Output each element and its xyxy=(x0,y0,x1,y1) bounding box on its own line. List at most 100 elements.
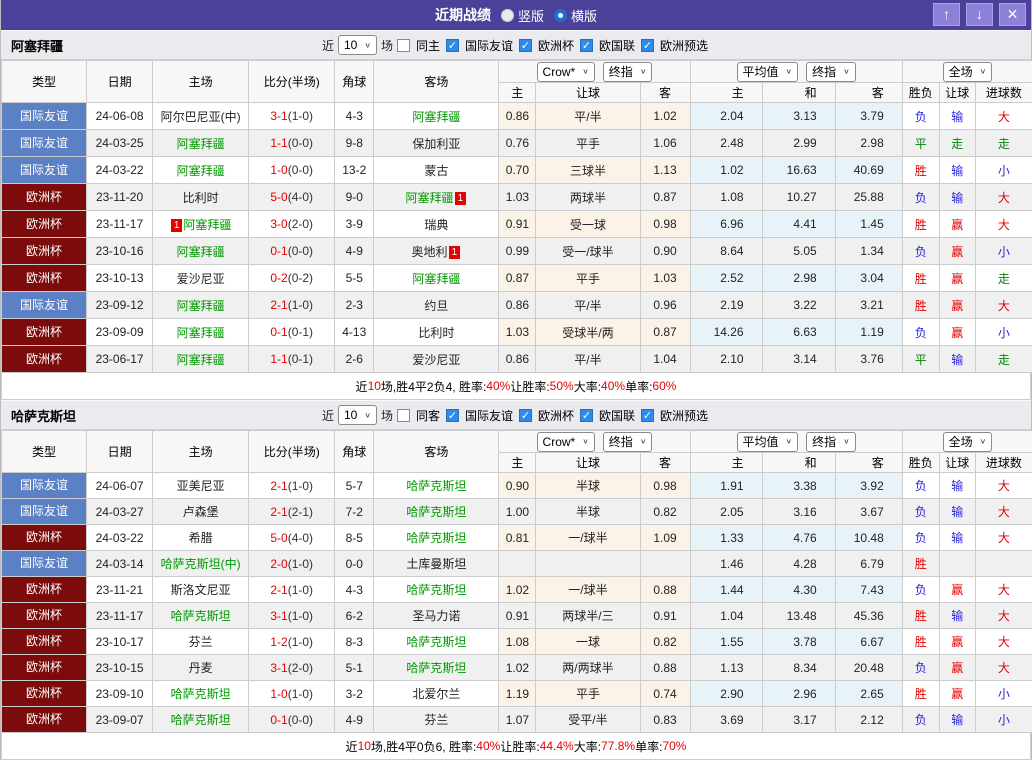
avg-draw: 2.99 xyxy=(762,130,835,157)
table-row: 国际友谊23-09-12阿塞拜疆2-1(1-0)2-3约旦0.86平/半0.96… xyxy=(2,292,1032,319)
odds-final-dropdown[interactable]: 终指∨ xyxy=(603,432,653,452)
match-count-select[interactable]: 10∨ xyxy=(338,35,377,55)
horizontal-layout-radio[interactable]: 横版 xyxy=(554,6,597,25)
odds-away: 0.96 xyxy=(640,292,690,319)
full-time-score: 1-0 xyxy=(270,163,287,177)
half-time-score: (1-0) xyxy=(288,298,313,312)
match-type-badge: 欧洲杯 xyxy=(2,238,86,264)
avg-home: 1.08 xyxy=(690,184,762,211)
full-time-score: 0-1 xyxy=(270,713,287,727)
avg-away: 1.34 xyxy=(835,238,902,265)
odds-group-header: Crow*∨ 终指∨ xyxy=(499,431,690,453)
odds-away: 0.98 xyxy=(640,473,690,499)
avg-draw: 13.48 xyxy=(762,603,835,629)
result-goals: 小 xyxy=(975,319,1032,346)
result-handicap: 输 xyxy=(939,603,975,629)
handicap-line: 受一/球半 xyxy=(536,238,640,265)
same-venue-checkbox[interactable] xyxy=(397,39,410,52)
competition-checkbox[interactable]: ✓ xyxy=(519,409,532,422)
result-outcome: 胜 xyxy=(902,157,939,184)
avg-home: 6.96 xyxy=(690,211,762,238)
handicap-line: 平/半 xyxy=(536,346,640,373)
close-button[interactable]: ✕ xyxy=(999,3,1026,26)
panel-title: 近期战绩 xyxy=(435,5,491,25)
vertical-layout-radio[interactable]: 竖版 xyxy=(501,6,544,25)
avg-home: 2.05 xyxy=(690,499,762,525)
odds-home: 1.03 xyxy=(499,184,536,211)
sub-header: 让球 xyxy=(536,453,640,473)
odds-away: 1.03 xyxy=(640,265,690,292)
competition-label: 国际友谊 xyxy=(465,407,513,424)
competition-checkbox[interactable]: ✓ xyxy=(641,39,654,52)
team-label: 阿塞拜疆 xyxy=(177,137,225,151)
move-down-button[interactable]: ↓ xyxy=(966,3,993,26)
competition-checkbox[interactable]: ✓ xyxy=(446,39,459,52)
competition-checkbox[interactable]: ✓ xyxy=(580,39,593,52)
result-outcome: 胜 xyxy=(902,629,939,655)
odds-source-dropdown[interactable]: Crow*∨ xyxy=(537,432,595,452)
section-summary: 近10场,胜4平0负6, 胜率:40% 让胜率:44.4% 大率:77.8% 单… xyxy=(1,733,1031,760)
competition-checkbox[interactable]: ✓ xyxy=(446,409,459,422)
chevron-down-icon: ∨ xyxy=(364,411,371,420)
match-type-badge: 欧洲杯 xyxy=(2,629,86,654)
handicap-line: 半球 xyxy=(536,499,640,525)
handicap-line: 受一球 xyxy=(536,211,640,238)
scope-dropdown[interactable]: 全场∨ xyxy=(943,62,993,82)
table-row: 欧洲杯23-10-16阿塞拜疆0-1(0-0)4-9奥地利10.99受一/球半0… xyxy=(2,238,1032,265)
odds-home: 0.86 xyxy=(499,346,536,373)
dropdown-value: 终指 xyxy=(812,433,836,450)
results-table: 类型 日期 主场 比分(半场) 角球 客场 Crow*∨终指∨ 平均值∨终指∨ … xyxy=(1,430,1032,733)
competition-checkbox[interactable]: ✓ xyxy=(519,39,532,52)
same-venue-checkbox[interactable] xyxy=(397,409,410,422)
match-type-badge: 欧洲杯 xyxy=(2,655,86,680)
filter-suffix-label: 场 xyxy=(381,37,393,54)
average-group-header: 平均值∨ 终指∨ xyxy=(690,431,902,453)
odds-home: 0.91 xyxy=(499,211,536,238)
radio-icon[interactable] xyxy=(501,9,514,22)
competition-checkbox[interactable]: ✓ xyxy=(641,409,654,422)
result-handicap xyxy=(939,551,975,577)
avg-home: 1.44 xyxy=(690,577,762,603)
summary-segment: 40% xyxy=(601,379,625,393)
odds-source-dropdown[interactable]: Crow*∨ xyxy=(537,62,595,82)
avg-home: 2.04 xyxy=(690,103,762,130)
scope-dropdown[interactable]: 全场∨ xyxy=(943,432,993,452)
result-goals: 小 xyxy=(975,157,1032,184)
dropdown-value: 10 xyxy=(344,408,357,422)
chevron-down-icon: ∨ xyxy=(980,67,987,76)
avg-draw: 3.14 xyxy=(762,346,835,373)
sub-header: 主 xyxy=(499,83,536,103)
handicap-line: 平手 xyxy=(536,265,640,292)
half-time-score: (0-0) xyxy=(288,713,313,727)
sub-header: 和 xyxy=(762,83,835,103)
move-up-button[interactable]: ↑ xyxy=(933,3,960,26)
radio-icon[interactable] xyxy=(554,9,567,22)
odds-final-dropdown[interactable]: 终指∨ xyxy=(603,62,653,82)
table-row: 欧洲杯23-10-17芬兰1-2(1-0)8-3哈萨克斯坦1.08一球0.821… xyxy=(2,629,1032,655)
result-goals: 走 xyxy=(975,130,1032,157)
team-label: 阿塞拜疆 xyxy=(183,218,231,232)
summary-segment: 44.4% xyxy=(540,739,574,753)
handicap-line: 一球 xyxy=(536,629,640,655)
odds-away: 0.87 xyxy=(640,184,690,211)
summary-segment: 60% xyxy=(652,379,676,393)
avg-draw: 3.16 xyxy=(762,499,835,525)
sub-header: 主 xyxy=(690,453,762,473)
half-time-score: (2-0) xyxy=(288,661,313,675)
average-final-dropdown[interactable]: 终指∨ xyxy=(806,432,856,452)
odds-away: 1.02 xyxy=(640,103,690,130)
result-handicap: 输 xyxy=(939,707,975,733)
handicap-line: 三球半 xyxy=(536,157,640,184)
match-count-select[interactable]: 10 ∨ xyxy=(338,405,377,425)
corner-count: 3-2 xyxy=(335,681,374,707)
average-dropdown[interactable]: 平均值∨ xyxy=(737,432,799,452)
competition-checkbox[interactable]: ✓ xyxy=(580,409,593,422)
handicap-line: 两球半 xyxy=(536,184,640,211)
average-final-dropdown[interactable]: 终指∨ xyxy=(806,62,856,82)
table-row: 国际友谊24-06-08阿尔巴尼亚(中)3-1(1-0)4-3阿塞拜疆0.86平… xyxy=(2,103,1032,130)
match-type-badge: 国际友谊 xyxy=(2,473,86,498)
odds-group-header: Crow*∨ 终指∨ xyxy=(499,61,690,83)
average-dropdown[interactable]: 平均值∨ xyxy=(737,62,799,82)
summary-segment: 近 xyxy=(346,738,358,755)
odds-home: 0.91 xyxy=(499,603,536,629)
